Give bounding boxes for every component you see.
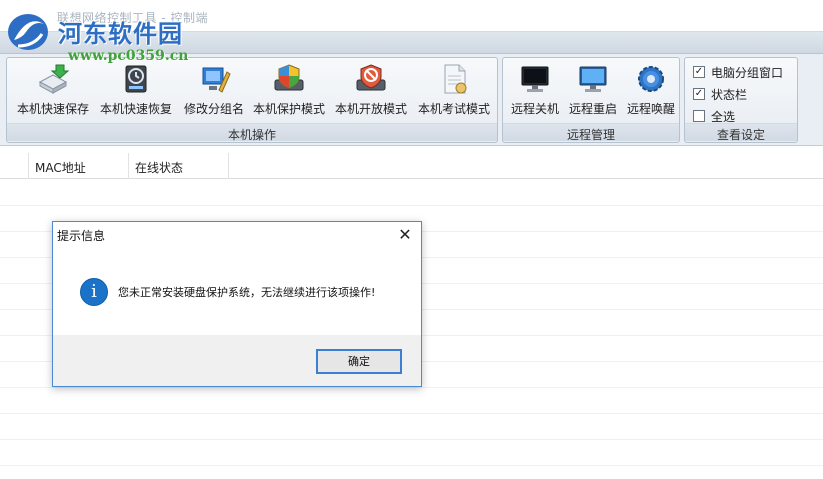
dialog-footer: 确定 [53, 335, 421, 386]
watermark-site-name: 河东软件园 [58, 19, 183, 48]
local-exam-mode-button[interactable]: 本机考试模式 [414, 62, 494, 118]
monitor-off-icon [521, 66, 549, 92]
grid-row-divider [0, 465, 823, 466]
dialog-body: i 您未正常安装硬盘保护系统，无法继续进行该项操作! [53, 252, 421, 335]
exam-document-icon [444, 64, 467, 94]
info-icon: i [80, 278, 108, 306]
local-open-mode-button[interactable]: 本机开放模式 [331, 62, 411, 118]
status-bar-checkbox-row[interactable]: ✓ 状态栏 [693, 85, 747, 103]
ribbon: 本机快速保存 本机快速恢复 修改分组名 本机保护模式 本机开放模式 本机考试模式… [0, 54, 823, 146]
shield-drive-icon [274, 64, 304, 91]
remote-management-group-label: 远程管理 [503, 123, 679, 142]
monitor-restart-icon [579, 66, 607, 92]
group-window-checkbox[interactable]: ✓ [693, 66, 705, 78]
local-operations-group: 本机快速保存 本机快速恢复 修改分组名 本机保护模式 本机开放模式 本机考试模式… [6, 57, 498, 143]
view-settings-group: ✓ 电脑分组窗口 ✓ 状态栏 全选 查看设定 [684, 57, 798, 143]
disk-save-icon [38, 64, 70, 94]
watermark-logo [8, 14, 48, 50]
ok-button[interactable]: 确定 [316, 349, 402, 374]
select-all-checkbox[interactable] [693, 110, 705, 122]
watermark-url: www.pc0359.cn [68, 48, 189, 64]
info-dialog: 提示信息 ✕ i 您未正常安装硬盘保护系统，无法继续进行该项操作! 确定 [52, 221, 422, 387]
local-operations-group-label: 本机操作 [7, 123, 497, 142]
grid-header: MAC地址 在线状态 [0, 153, 823, 179]
local-protect-mode-button[interactable]: 本机保护模式 [249, 62, 329, 118]
grid-header-mac[interactable]: MAC地址 [29, 153, 129, 179]
grid-row-divider [0, 387, 823, 388]
grid-row-divider [0, 439, 823, 440]
dialog-message: 您未正常安装硬盘保护系统，无法继续进行该项操作! [118, 286, 376, 299]
view-settings-group-label: 查看设定 [685, 123, 797, 142]
dialog-title: 提示信息 [57, 229, 106, 243]
disk-restore-icon [125, 65, 147, 93]
status-bar-checkbox[interactable]: ✓ [693, 88, 705, 100]
group-window-checkbox-row[interactable]: ✓ 电脑分组窗口 [693, 63, 783, 81]
grid-header-online-status[interactable]: 在线状态 [129, 153, 229, 179]
close-icon[interactable]: ✕ [395, 225, 415, 245]
remote-restart-button[interactable]: 远程重启 [565, 62, 621, 118]
remote-management-group: 远程关机 远程重启 远程唤醒 远程管理 [502, 57, 680, 143]
grid-row-divider [0, 205, 823, 206]
edit-group-icon [202, 67, 231, 93]
rename-group-button[interactable]: 修改分组名 [179, 62, 249, 118]
remote-shutdown-button[interactable]: 远程关机 [507, 62, 563, 118]
local-quick-restore-button[interactable]: 本机快速恢复 [96, 62, 176, 118]
grid-row-divider [0, 413, 823, 414]
grid-header-blank [0, 153, 29, 179]
remote-wake-button[interactable]: 远程唤醒 [623, 62, 679, 118]
local-quick-save-button[interactable]: 本机快速保存 [13, 62, 93, 118]
gear-wake-icon [638, 66, 664, 92]
unprotected-drive-icon [356, 64, 386, 91]
